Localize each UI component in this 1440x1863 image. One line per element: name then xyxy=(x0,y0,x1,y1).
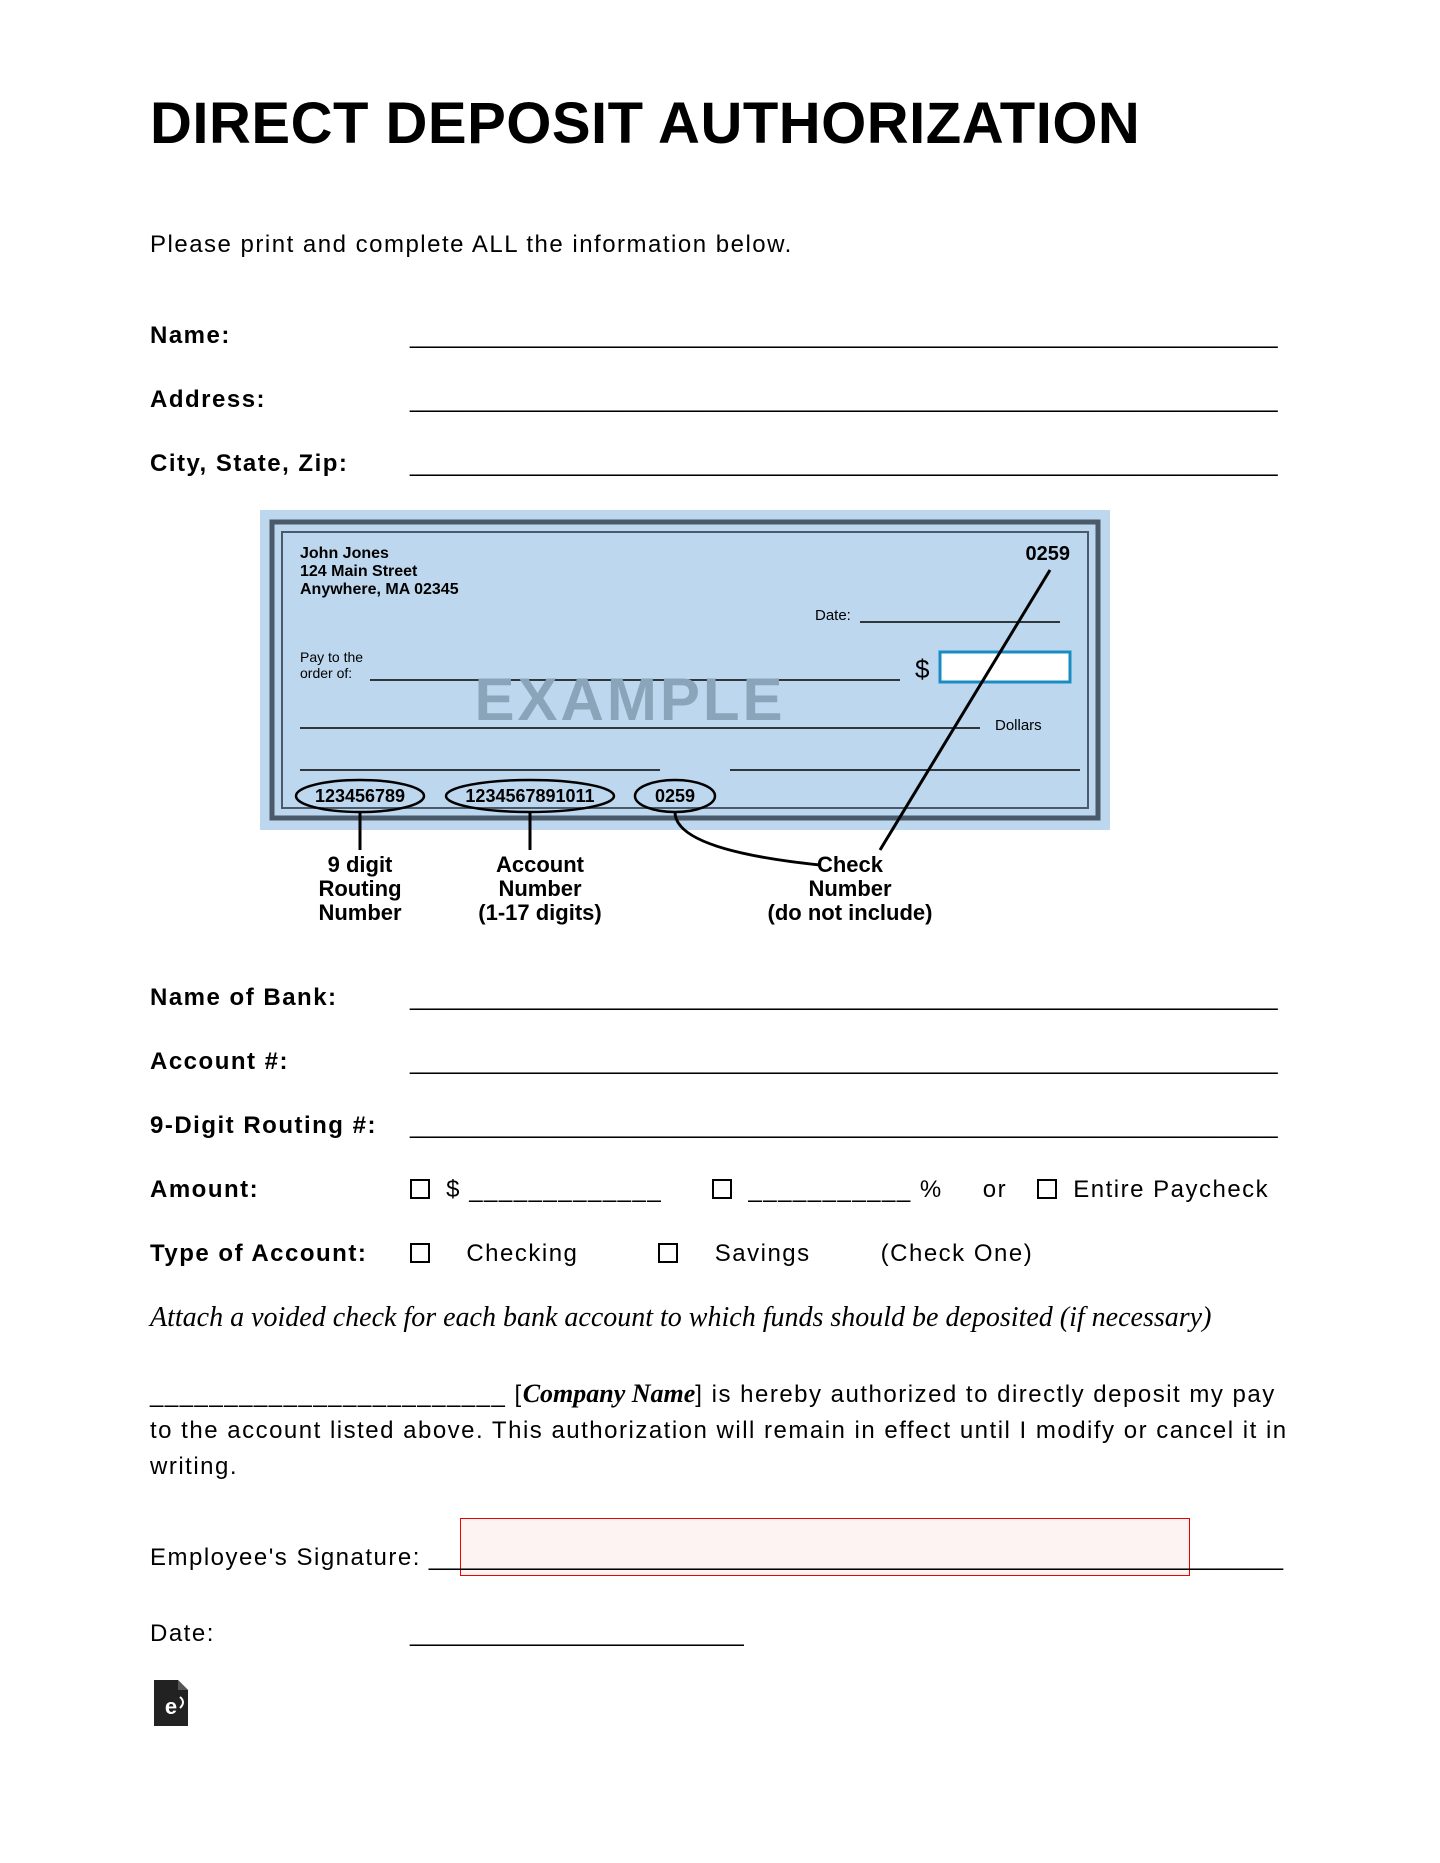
svg-text:Anywhere, MA 02345: Anywhere, MA 02345 xyxy=(300,581,459,598)
signature-line[interactable]: ________________________________________… xyxy=(429,1540,1283,1576)
field-routing: 9-Digit Routing #: _____________________… xyxy=(150,1108,1290,1144)
type-label: Type of Account: xyxy=(150,1236,410,1272)
checkbox-percent[interactable] xyxy=(712,1179,732,1199)
signature-row: Employee's Signature: __________________… xyxy=(150,1540,1290,1576)
checkbox-savings[interactable] xyxy=(658,1243,678,1263)
footer-logo-icon: e xyxy=(150,1680,1290,1731)
svg-text:9 digit: 9 digit xyxy=(328,852,393,877)
svg-text:Number: Number xyxy=(498,876,582,901)
routing-line[interactable]: ________________________________________… xyxy=(410,1108,1278,1144)
svg-text:John Jones: John Jones xyxy=(300,545,389,562)
checkbox-checking[interactable] xyxy=(410,1243,430,1263)
field-name: Name: __________________________________… xyxy=(150,318,1290,354)
page-title: DIRECT DEPOSIT AUTHORIZATION xyxy=(150,90,1290,157)
address-label: Address: xyxy=(150,382,410,418)
svg-text:$: $ xyxy=(915,654,930,684)
svg-text:Routing: Routing xyxy=(318,876,401,901)
svg-text:Date:: Date: xyxy=(815,607,851,624)
field-amount: Amount: $ _____________ ___________ % or… xyxy=(150,1172,1290,1208)
company-name-placeholder[interactable]: Company Name xyxy=(523,1379,696,1408)
svg-text:Dollars: Dollars xyxy=(995,717,1042,734)
account-line[interactable]: ________________________________________… xyxy=(410,1044,1278,1080)
date-line[interactable]: _________________________ xyxy=(410,1616,744,1652)
name-line[interactable]: ________________________________________… xyxy=(410,318,1278,354)
svg-text:1234567891011: 1234567891011 xyxy=(465,786,594,806)
savings-label: Savings xyxy=(715,1240,811,1267)
percent-blank[interactable]: ___________ % xyxy=(748,1176,942,1203)
csz-line[interactable]: ________________________________________… xyxy=(410,446,1278,482)
svg-text:Pay to the: Pay to the xyxy=(300,649,363,665)
checkbox-dollar[interactable] xyxy=(410,1179,430,1199)
svg-text:e: e xyxy=(165,1694,177,1719)
check-one-label: (Check One) xyxy=(881,1236,1034,1272)
or-text: or xyxy=(983,1172,1007,1208)
instruction-text: Please print and complete ALL the inform… xyxy=(150,227,1290,263)
svg-text:(1-17 digits): (1-17 digits) xyxy=(478,900,601,925)
checkbox-entire[interactable] xyxy=(1037,1179,1057,1199)
entire-label: Entire Paycheck xyxy=(1073,1176,1269,1203)
field-account: Account #: _____________________________… xyxy=(150,1044,1290,1080)
field-address: Address: _______________________________… xyxy=(150,382,1290,418)
routing-label: 9-Digit Routing #: xyxy=(150,1108,410,1144)
svg-text:0259: 0259 xyxy=(1026,543,1071,565)
svg-text:Number: Number xyxy=(808,876,892,901)
svg-text:(do not include): (do not include) xyxy=(768,900,933,925)
bank-label: Name of Bank: xyxy=(150,980,410,1016)
example-check-illustration: John Jones 124 Main Street Anywhere, MA … xyxy=(260,510,1290,940)
signature-label: Employee's Signature: xyxy=(150,1540,421,1576)
svg-text:EXAMPLE: EXAMPLE xyxy=(474,666,785,733)
svg-text:0259: 0259 xyxy=(655,786,695,806)
dollar-blank[interactable]: $ _____________ xyxy=(446,1176,662,1203)
date-label: Date: xyxy=(150,1616,410,1652)
amount-label: Amount: xyxy=(150,1172,410,1208)
voided-instruction: Attach a voided check for each bank acco… xyxy=(150,1302,1290,1334)
svg-text:124 Main Street: 124 Main Street xyxy=(300,563,418,580)
name-label: Name: xyxy=(150,318,410,354)
svg-text:Account: Account xyxy=(496,852,585,877)
svg-text:order of:: order of: xyxy=(300,665,352,681)
address-line[interactable]: ________________________________________… xyxy=(410,382,1278,418)
date-row: Date: _________________________ xyxy=(150,1616,1290,1652)
svg-text:Number: Number xyxy=(318,900,402,925)
field-csz: City, State, Zip: ______________________… xyxy=(150,446,1290,482)
checking-label: Checking xyxy=(466,1240,578,1267)
field-bank: Name of Bank: __________________________… xyxy=(150,980,1290,1016)
field-type: Type of Account: Checking Savings (Check… xyxy=(150,1236,1290,1272)
csz-label: City, State, Zip: xyxy=(150,446,410,482)
authorization-paragraph: ________________________ [Company Name] … xyxy=(150,1374,1290,1485)
bank-line[interactable]: ________________________________________… xyxy=(410,980,1278,1016)
svg-text:123456789: 123456789 xyxy=(315,786,405,806)
svg-text:Check: Check xyxy=(817,852,884,877)
account-label: Account #: xyxy=(150,1044,410,1080)
